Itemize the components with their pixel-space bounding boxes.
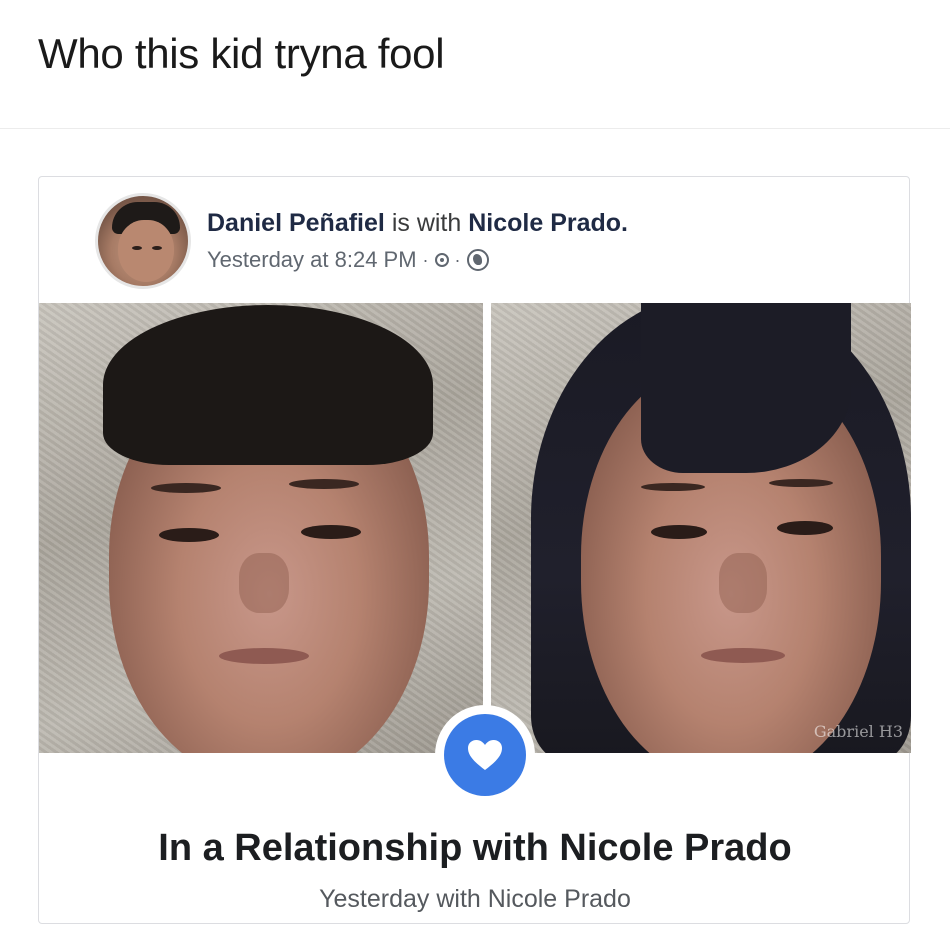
photo-right[interactable]: Gabriel H3 <box>491 303 911 753</box>
life-event-subtitle: Yesterday with Nicole Prado <box>319 885 631 913</box>
post-meta: Yesterday at 8:24 PM · · <box>207 247 489 273</box>
heart-icon <box>468 740 502 770</box>
clock-icon <box>434 253 449 267</box>
post-header: Daniel Peñafiel is with Nicole Prado. Ye… <box>95 189 895 289</box>
divider <box>0 128 950 129</box>
separator: · <box>454 249 461 270</box>
author-link[interactable]: Daniel Peñafiel <box>207 209 385 237</box>
post-timestamp[interactable]: Yesterday at 8:24 PM <box>207 247 417 273</box>
photo-left[interactable] <box>39 303 483 753</box>
tagged-user-link[interactable]: Nicole Prado. <box>468 209 628 237</box>
with-text: is with <box>391 209 462 237</box>
life-event-title[interactable]: In a Relationship with Nicole Prado <box>39 827 911 870</box>
facebook-post-card: Daniel Peñafiel is with Nicole Prado. Ye… <box>38 176 911 924</box>
life-event-badge <box>435 705 535 805</box>
separator: · <box>422 249 429 270</box>
avatar[interactable] <box>95 193 191 289</box>
watermark: Gabriel H3 <box>813 722 903 741</box>
globe-icon[interactable] <box>466 249 489 271</box>
post-title: Daniel Peñafiel is with Nicole Prado. <box>207 209 628 238</box>
meme-caption: Who this kid tryna fool <box>38 30 445 77</box>
